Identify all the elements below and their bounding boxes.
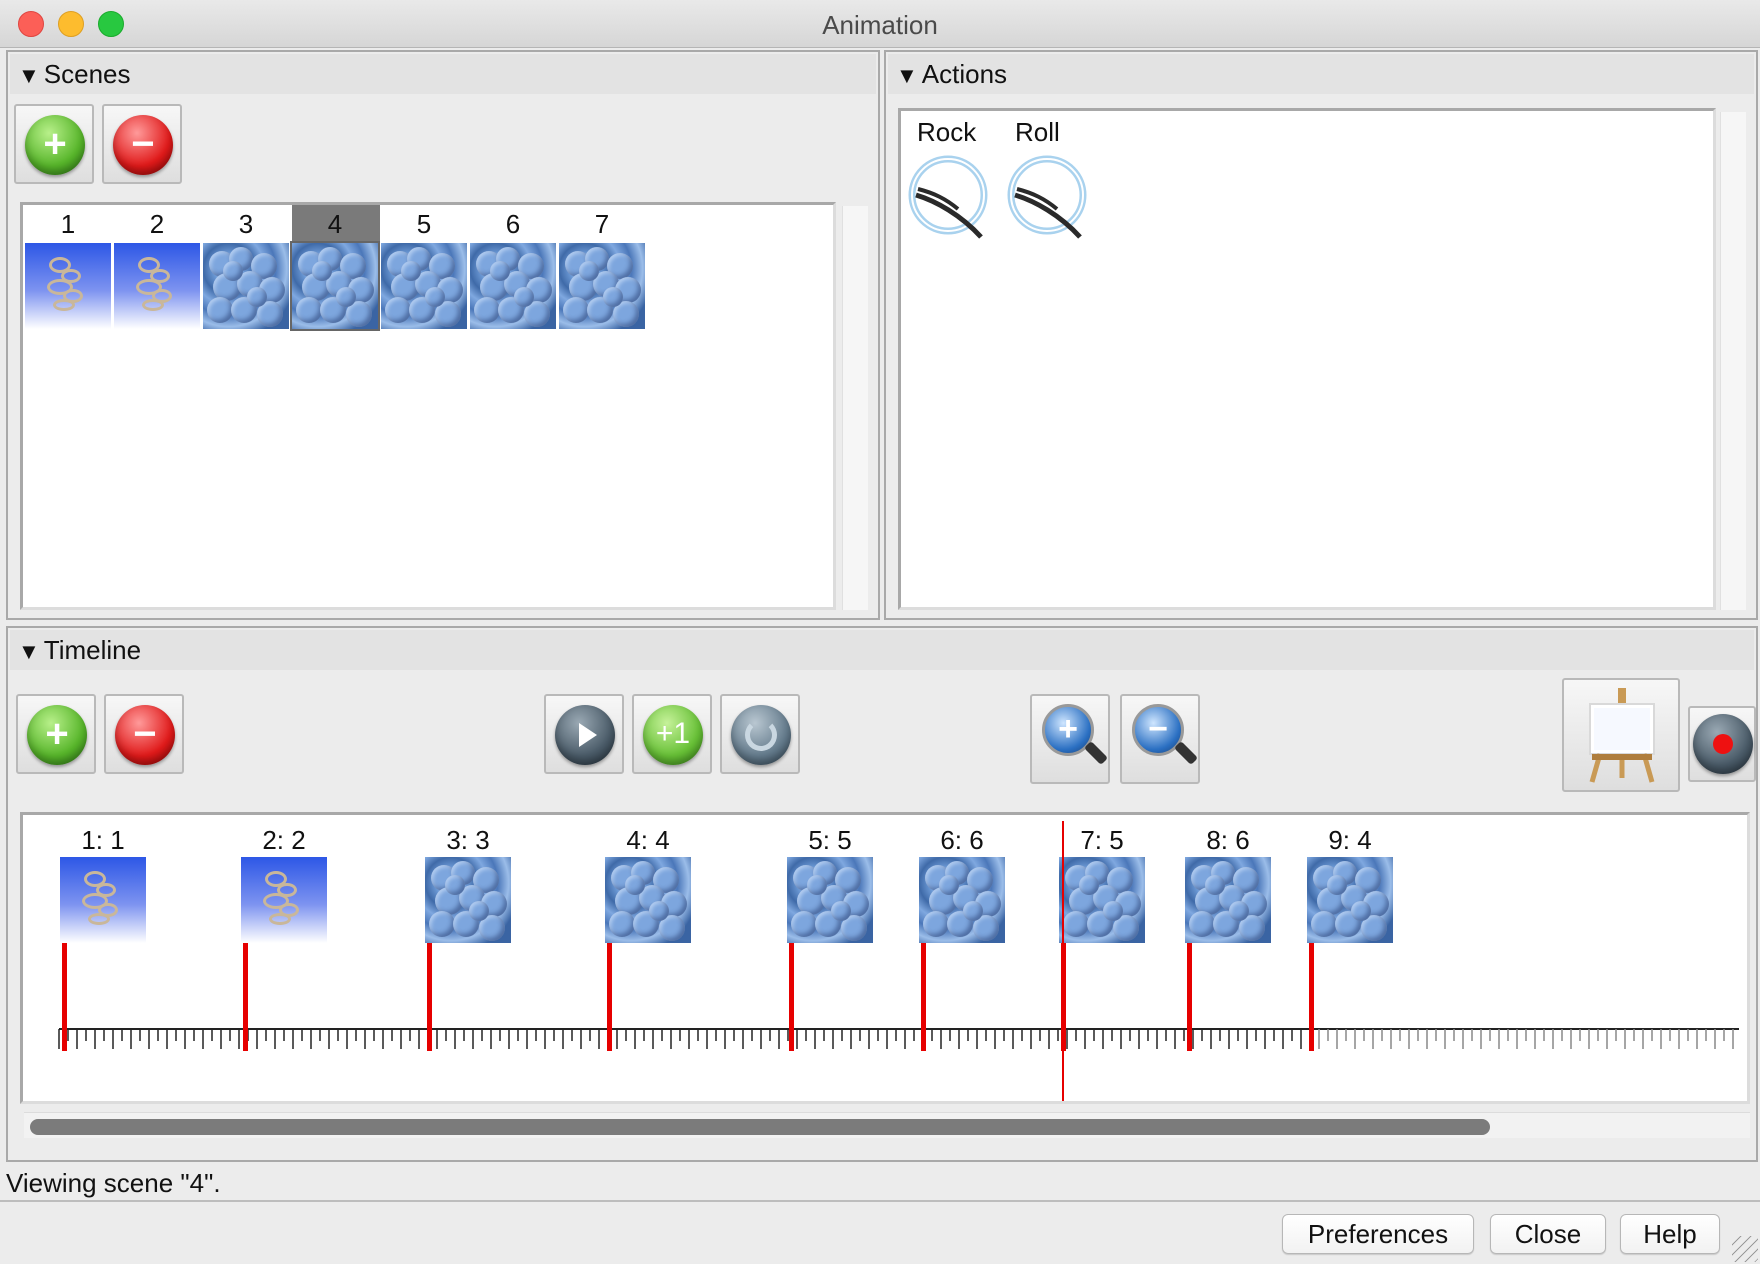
collapse-triangle-icon: ▼ <box>896 63 918 88</box>
keyframe-thumbnail[interactable] <box>241 857 327 943</box>
scene-thumbnail[interactable] <box>290 241 380 331</box>
keyframe-thumbnail[interactable] <box>425 857 511 943</box>
play-button[interactable] <box>544 694 624 774</box>
rock-icon[interactable] <box>906 153 990 243</box>
divider <box>0 1200 1760 1202</box>
keyframe-label: 6: 6 <box>940 825 984 855</box>
timeline-header-label: Timeline <box>43 635 142 665</box>
timeline-section-header[interactable]: ▼ Timeline <box>10 630 1754 670</box>
keyframe-thumbnail[interactable] <box>919 857 1005 943</box>
plus-one-icon: +1 <box>643 705 703 765</box>
scene-number: 3 <box>238 209 254 239</box>
scene-number: 4 <box>327 209 343 239</box>
keyframe-label: 1: 1 <box>81 825 125 855</box>
scrollbar-thumb[interactable] <box>30 1119 1490 1135</box>
keyframe-label: 3: 3 <box>446 825 490 855</box>
keyframe-label: 2: 2 <box>262 825 306 855</box>
keyframe-marker[interactable] <box>427 943 432 1051</box>
actions-vertical-scrollbar[interactable] <box>1720 112 1746 610</box>
scene-number: 6 <box>505 209 521 239</box>
export-movie-button[interactable] <box>1562 678 1680 792</box>
scenes-vertical-scrollbar[interactable] <box>842 206 868 610</box>
keyframe-thumbnail[interactable] <box>605 857 691 943</box>
actions-header-label: Actions <box>921 59 1008 89</box>
scenes-section-header[interactable]: ▼ Scenes <box>10 54 876 94</box>
zoom-in-button[interactable]: + <box>1030 694 1110 784</box>
actions-section-header[interactable]: ▼ Actions <box>888 54 1754 94</box>
keyframe-label: 4: 4 <box>626 825 670 855</box>
play-icon <box>555 705 615 765</box>
action-rock-label: Rock <box>917 117 977 147</box>
plus-icon: + <box>25 115 85 175</box>
keyframe-thumbnail[interactable] <box>1185 857 1271 943</box>
keyframe-label: 8: 6 <box>1206 825 1250 855</box>
remove-scene-button[interactable]: − <box>102 104 182 184</box>
loop-button[interactable] <box>720 694 800 774</box>
keyframe-marker[interactable] <box>1187 943 1192 1051</box>
playhead[interactable] <box>1062 821 1064 1101</box>
animation-window: Animation ▼ Scenes + − 1234567 ▼ Actions R… <box>0 0 1760 1264</box>
preferences-button[interactable]: Preferences <box>1282 1214 1474 1254</box>
timeline-track[interactable]: 1: 1 2: 2 3: 3 4: 4 5: 5 6: 6 7: 5 8: 6 9: 4 <box>20 812 1750 1104</box>
keyframe-thumbnail[interactable] <box>1059 857 1145 943</box>
action-roll-label: Roll <box>1015 117 1060 147</box>
scene-thumbnail[interactable] <box>114 243 200 329</box>
keyframe-marker[interactable] <box>1309 943 1314 1051</box>
timeline-horizontal-scrollbar[interactable] <box>24 1112 1750 1138</box>
keyframe-marker[interactable] <box>789 943 794 1051</box>
actions-list[interactable]: Rock Roll <box>898 108 1716 610</box>
scene-thumbnail[interactable] <box>25 243 111 329</box>
actions-panel: ▼ Actions Rock Roll <box>884 50 1758 620</box>
roll-icon[interactable] <box>1005 153 1089 243</box>
keyframe-thumbnail[interactable] <box>1307 857 1393 943</box>
record-button[interactable] <box>1688 706 1756 782</box>
collapse-triangle-icon: ▼ <box>18 63 40 88</box>
title-bar: Animation <box>0 0 1760 48</box>
scene-number: 5 <box>416 209 432 239</box>
plus-icon: + <box>27 705 87 765</box>
easel-icon <box>1589 688 1655 783</box>
status-text: Viewing scene "4". <box>6 1168 221 1198</box>
scene-number: 1 <box>60 209 76 239</box>
scene-thumbnail[interactable] <box>381 243 467 329</box>
zoom-out-button[interactable]: − <box>1120 694 1200 784</box>
keyframe-marker[interactable] <box>243 943 248 1051</box>
keyframe-label: 5: 5 <box>808 825 852 855</box>
help-button[interactable]: Help <box>1620 1214 1720 1254</box>
close-button[interactable]: Close <box>1490 1214 1606 1254</box>
scenes-list[interactable]: 1 2 3 4 5 6 7 <box>20 202 836 610</box>
scene-number: 2 <box>149 209 165 239</box>
keyframe-label: 9: 4 <box>1328 825 1372 855</box>
keyframe-marker[interactable] <box>607 943 612 1051</box>
loop-icon <box>731 705 791 765</box>
add-keyframe-button[interactable]: + <box>16 694 96 774</box>
step-forward-button[interactable]: +1 <box>632 694 712 774</box>
keyframe-thumbnail[interactable] <box>787 857 873 943</box>
minus-icon: − <box>115 705 175 765</box>
scenes-panel: ▼ Scenes + − 1 2 3 4 5 6 7 <box>6 50 880 620</box>
resize-grip[interactable] <box>1732 1236 1758 1262</box>
record-icon <box>1693 714 1753 774</box>
scene-thumbnail[interactable] <box>203 243 289 329</box>
minus-icon: − <box>113 115 173 175</box>
add-scene-button[interactable]: + <box>14 104 94 184</box>
scene-thumbnail[interactable] <box>470 243 556 329</box>
window-title: Animation <box>822 10 938 40</box>
scene-number: 7 <box>594 209 610 239</box>
remove-keyframe-button[interactable]: − <box>104 694 184 774</box>
keyframe-marker[interactable] <box>921 943 926 1051</box>
keyframe-thumbnail[interactable] <box>60 857 146 943</box>
keyframe-marker[interactable] <box>62 943 67 1051</box>
timeline-panel: ▼ Timeline + − +1 + − 1: 1 2: 2 3: 3 4: … <box>6 626 1758 1162</box>
collapse-triangle-icon: ▼ <box>18 639 40 664</box>
scene-thumbnail[interactable] <box>559 243 645 329</box>
scenes-header-label: Scenes <box>43 59 131 89</box>
